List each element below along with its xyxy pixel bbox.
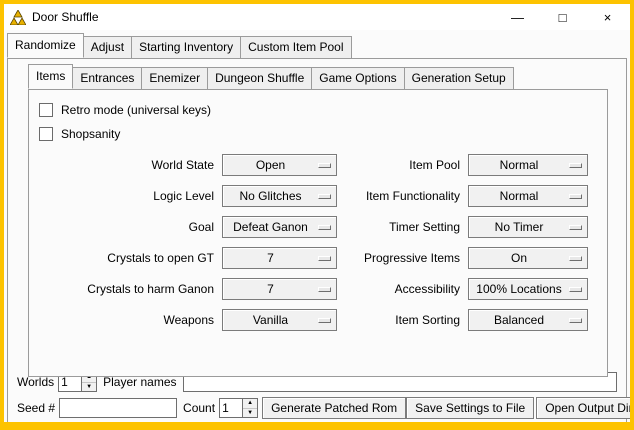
dropdown-value: Defeat Ganon — [223, 220, 318, 234]
worlds-label: Worlds — [17, 375, 54, 389]
dropdown-indicator-icon — [569, 163, 582, 168]
app-window: Door Shuffle — □ × Randomize Adjust Star… — [0, 0, 634, 430]
logic-level-label: Logic Level — [39, 189, 214, 203]
progressive-items-label: Progressive Items — [345, 251, 460, 265]
tab-enemizer[interactable]: Enemizer — [141, 67, 208, 90]
dropdown-value: 100% Locations — [469, 282, 569, 296]
dropdown-indicator-icon — [569, 318, 582, 323]
player-names-label: Player names — [103, 375, 176, 389]
weapons-label: Weapons — [39, 313, 214, 327]
dropdown-indicator-icon — [318, 163, 331, 168]
world-state-label: World State — [39, 158, 214, 172]
shopsanity-checkbox[interactable]: Shopsanity — [39, 122, 607, 146]
dropdown-value: 7 — [223, 282, 318, 296]
dropdown-indicator-icon — [318, 256, 331, 261]
checkbox-label: Retro mode (universal keys) — [61, 103, 211, 117]
dropdown-value: Normal — [469, 158, 569, 172]
dropdown-value: On — [469, 251, 569, 265]
dropdown-indicator-icon — [318, 194, 331, 199]
seed-input[interactable] — [59, 398, 177, 418]
dropdown-indicator-icon — [569, 194, 582, 199]
maximize-icon[interactable]: □ — [540, 4, 585, 30]
options-grid: World State Open Item Pool Normal Logic … — [39, 154, 607, 331]
dropdown-goal[interactable]: Defeat Ganon — [222, 216, 337, 238]
dropdown-indicator-icon — [318, 287, 331, 292]
dropdown-crystals-open-gt[interactable]: 7 — [222, 247, 337, 269]
accessibility-label: Accessibility — [345, 282, 460, 296]
dropdown-indicator-icon — [569, 225, 582, 230]
tab-entrances[interactable]: Entrances — [72, 67, 142, 90]
spin-up-icon[interactable]: ▲ — [243, 399, 257, 408]
dropdown-accessibility[interactable]: 100% Locations — [468, 278, 588, 300]
dropdown-value: Normal — [469, 189, 569, 203]
spin-down-icon[interactable]: ▼ — [243, 408, 257, 418]
checkbox-box-icon — [39, 103, 53, 117]
dropdown-logic-level[interactable]: No Glitches — [222, 185, 337, 207]
tab-generation-setup[interactable]: Generation Setup — [404, 67, 514, 90]
items-tab-panel: Retro mode (universal keys) Shopsanity W… — [28, 89, 608, 377]
goal-label: Goal — [39, 220, 214, 234]
dropdown-value: Balanced — [469, 313, 569, 327]
timer-setting-label: Timer Setting — [345, 220, 460, 234]
spin-down-icon[interactable]: ▼ — [82, 382, 96, 392]
seed-row: Seed # Count ▲ ▼ Generate Patched Rom Sa… — [17, 397, 617, 419]
dropdown-progressive-items[interactable]: On — [468, 247, 588, 269]
dropdown-world-state[interactable]: Open — [222, 154, 337, 176]
tab-items[interactable]: Items — [28, 64, 73, 89]
item-pool-label: Item Pool — [345, 158, 460, 172]
crystals-open-gt-label: Crystals to open GT — [39, 251, 214, 265]
dropdown-value: Open — [223, 158, 318, 172]
close-icon[interactable]: × — [585, 4, 630, 30]
crystals-harm-ganon-label: Crystals to harm Ganon — [39, 282, 214, 296]
checkbox-box-icon — [39, 127, 53, 141]
dropdown-timer-setting[interactable]: No Timer — [468, 216, 588, 238]
randomize-tab-panel: Items Entrances Enemizer Dungeon Shuffle… — [7, 58, 627, 423]
dropdown-crystals-harm-ganon[interactable]: 7 — [222, 278, 337, 300]
dropdown-value: No Glitches — [223, 189, 318, 203]
dropdown-value: No Timer — [469, 220, 569, 234]
dropdown-item-sorting[interactable]: Balanced — [468, 309, 588, 331]
dropdown-indicator-icon — [569, 256, 582, 261]
dropdown-indicator-icon — [318, 225, 331, 230]
tab-game-options[interactable]: Game Options — [311, 67, 404, 90]
app-icon — [10, 10, 26, 25]
dropdown-item-functionality[interactable]: Normal — [468, 185, 588, 207]
checkbox-label: Shopsanity — [61, 127, 120, 141]
tab-randomize[interactable]: Randomize — [7, 33, 84, 58]
item-functionality-label: Item Functionality — [345, 189, 460, 203]
open-output-directory-button[interactable]: Open Output Directory — [536, 397, 634, 419]
minimize-icon[interactable]: — — [495, 4, 540, 30]
checkbox-area: Retro mode (universal keys) Shopsanity — [29, 90, 607, 146]
dropdown-value: 7 — [223, 251, 318, 265]
dropdown-indicator-icon — [318, 318, 331, 323]
count-stepper-buttons: ▲ ▼ — [242, 399, 257, 417]
tab-custom-item-pool[interactable]: Custom Item Pool — [240, 36, 351, 59]
item-sorting-label: Item Sorting — [345, 313, 460, 327]
save-settings-button[interactable]: Save Settings to File — [406, 397, 534, 419]
tab-starting-inventory[interactable]: Starting Inventory — [131, 36, 241, 59]
window-title: Door Shuffle — [32, 10, 99, 24]
dropdown-value: Vanilla — [223, 313, 318, 327]
titlebar[interactable]: Door Shuffle — □ × — [4, 4, 630, 30]
tab-dungeon-shuffle[interactable]: Dungeon Shuffle — [207, 67, 312, 90]
caption-buttons: — □ × — [495, 4, 630, 30]
generate-patched-rom-button[interactable]: Generate Patched Rom — [262, 397, 406, 419]
tab-adjust[interactable]: Adjust — [83, 36, 132, 59]
count-stepper: ▲ ▼ — [219, 398, 258, 418]
outer-tab-bar: Randomize Adjust Starting Inventory Cust… — [7, 33, 630, 58]
dropdown-item-pool[interactable]: Normal — [468, 154, 588, 176]
seed-label: Seed # — [17, 401, 55, 415]
dropdown-weapons[interactable]: Vanilla — [222, 309, 337, 331]
count-input[interactable] — [220, 399, 242, 417]
count-label: Count — [183, 401, 215, 415]
dropdown-indicator-icon — [569, 287, 582, 292]
retro-mode-checkbox[interactable]: Retro mode (universal keys) — [39, 98, 607, 122]
inner-tab-bar: Items Entrances Enemizer Dungeon Shuffle… — [28, 64, 626, 89]
